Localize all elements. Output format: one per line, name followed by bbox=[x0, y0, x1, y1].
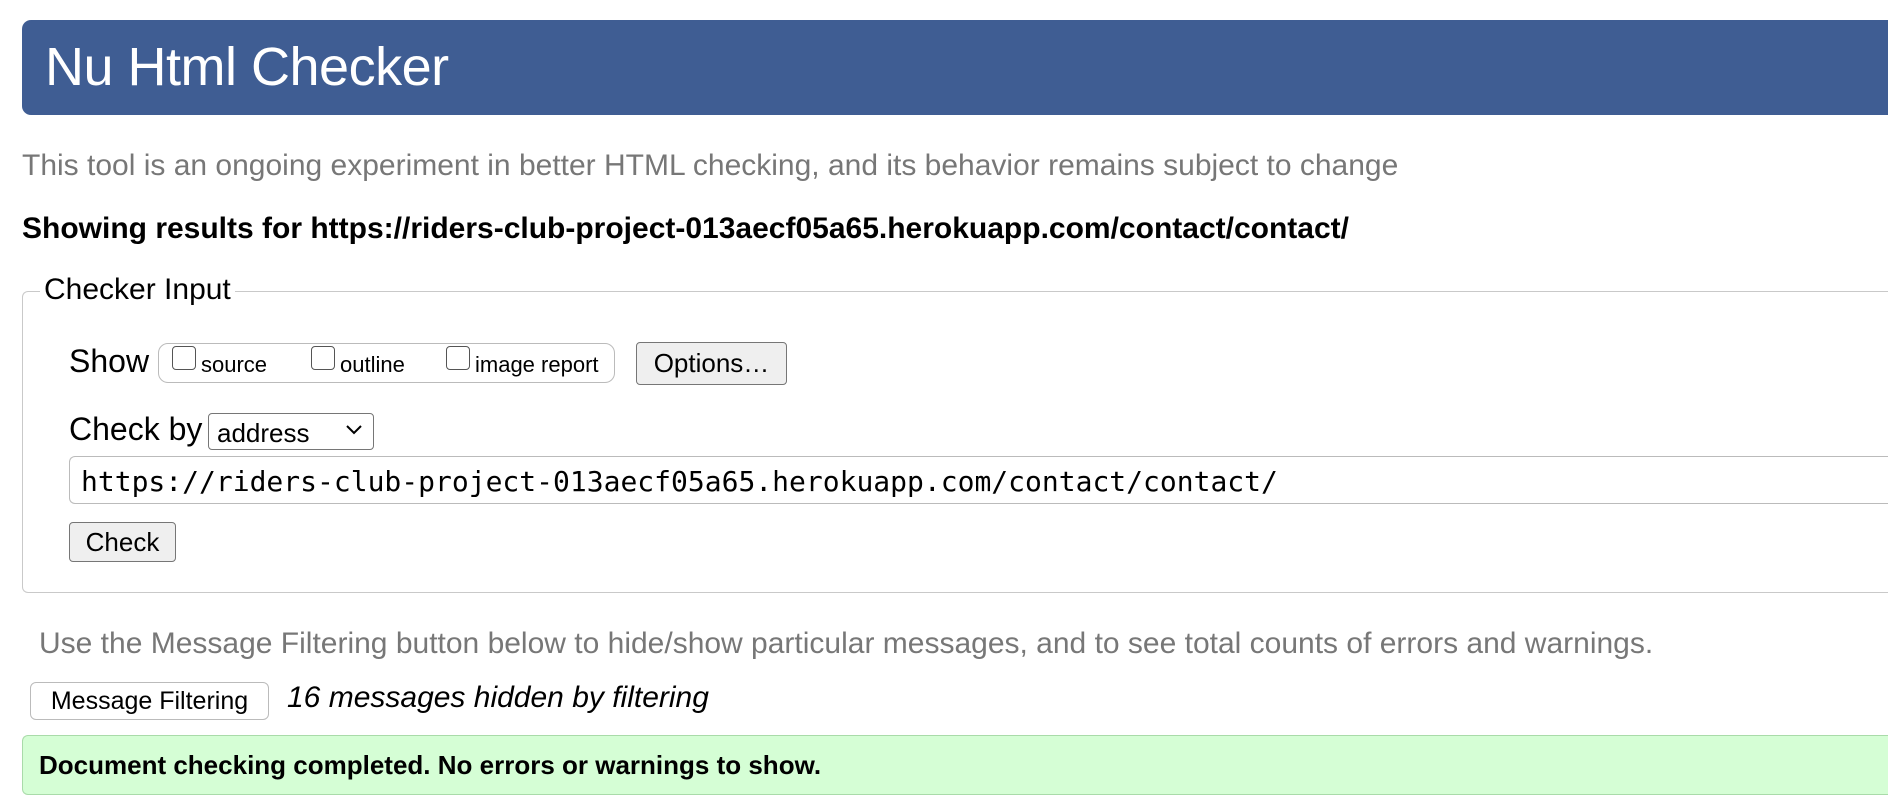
image-report-checkbox[interactable] bbox=[446, 346, 470, 370]
checker-input-legend: Checker Input bbox=[40, 273, 235, 307]
show-label: Show bbox=[69, 343, 150, 379]
check-by-selected-value: address bbox=[217, 418, 310, 448]
source-checkbox[interactable] bbox=[172, 346, 196, 370]
results-heading: Showing results for https://riders-club-… bbox=[22, 212, 1349, 245]
url-input[interactable]: https://riders-club-project-013aecf05a65… bbox=[69, 456, 1888, 504]
page-title: Nu Html Checker bbox=[45, 37, 449, 97]
result-success-banner: Document checking completed. No errors o… bbox=[22, 735, 1888, 795]
chevron-down-icon bbox=[346, 425, 362, 435]
image-report-checkbox-label[interactable]: image report bbox=[475, 352, 599, 378]
filtering-note: Use the Message Filtering button below t… bbox=[39, 627, 1654, 660]
outline-checkbox-label[interactable]: outline bbox=[340, 352, 405, 378]
page: Nu Html Checker This tool is an ongoing … bbox=[0, 0, 1888, 812]
check-by-select[interactable]: address bbox=[208, 413, 374, 450]
result-message: Document checking completed. No errors o… bbox=[39, 750, 822, 780]
message-filtering-button[interactable]: Message Filtering bbox=[30, 682, 269, 720]
check-button[interactable]: Check bbox=[69, 522, 176, 562]
tagline: This tool is an ongoing experiment in be… bbox=[22, 149, 1399, 182]
source-checkbox-label[interactable]: source bbox=[201, 352, 267, 378]
outline-checkbox[interactable] bbox=[311, 346, 335, 370]
options-button[interactable]: Options… bbox=[636, 342, 787, 385]
url-input-value: https://riders-club-project-013aecf05a65… bbox=[81, 465, 1278, 498]
hidden-messages-count: 16 messages hidden by filtering bbox=[287, 681, 709, 714]
header-banner: Nu Html Checker bbox=[22, 20, 1888, 115]
check-by-label: Check by bbox=[69, 411, 203, 447]
